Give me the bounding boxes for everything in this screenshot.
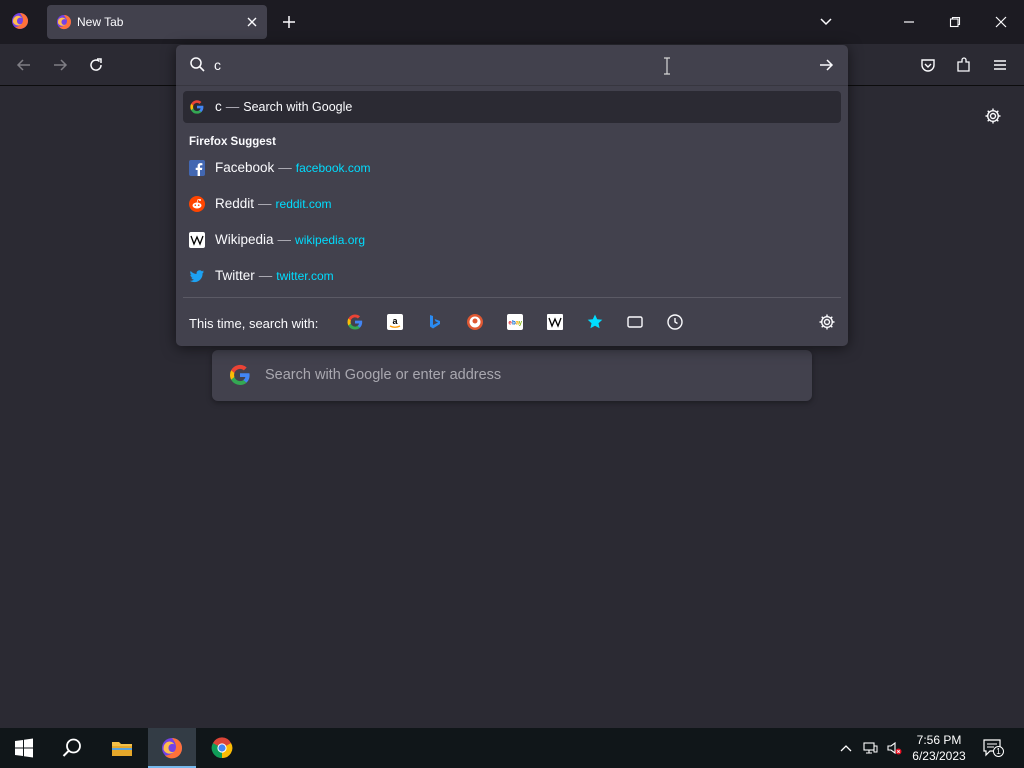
close-tab-icon[interactable]: [244, 14, 260, 30]
result-dash: —: [258, 196, 272, 211]
result-dash: —: [277, 232, 292, 247]
search-icon: [62, 738, 81, 757]
firefox-icon: [57, 15, 72, 30]
result-dash: —: [225, 99, 240, 114]
result-url: reddit.com: [275, 197, 332, 211]
search-icon: [190, 57, 205, 72]
duckduckgo-engine-icon[interactable]: [466, 313, 484, 331]
clock-time: 7:56 PM: [916, 733, 962, 747]
twitter-icon: [189, 270, 204, 283]
taskbar-chrome[interactable]: [198, 728, 246, 768]
result-url: facebook.com: [295, 161, 371, 175]
google-engine-icon[interactable]: [346, 313, 364, 331]
urlbar-input[interactable]: [214, 53, 794, 77]
wikipedia-engine-icon[interactable]: [546, 313, 564, 331]
ebay-engine-icon[interactable]: e b a y: [506, 313, 524, 331]
result-wikipedia[interactable]: Wikipedia — wikipedia.org: [183, 224, 841, 256]
result-title: Facebook: [215, 160, 275, 175]
history-clock-icon[interactable]: [666, 313, 684, 331]
result-search-google[interactable]: c — Search with Google: [183, 91, 841, 123]
forward-arrow-icon[interactable]: [51, 56, 69, 74]
one-off-divider: [183, 297, 841, 298]
taskbar-search-button[interactable]: [48, 728, 96, 768]
clock-date: 6/23/2023: [912, 749, 966, 763]
chevron-down-icon[interactable]: [817, 13, 835, 31]
taskbar-file-explorer[interactable]: [98, 728, 146, 768]
page-settings-gear-icon[interactable]: [984, 107, 1002, 125]
google-icon: [229, 364, 250, 386]
folder-icon: [112, 742, 132, 756]
result-text: Wikipedia — wikipedia.org: [215, 232, 365, 247]
minimize-icon[interactable]: [900, 13, 918, 31]
hamburger-menu-icon[interactable]: [991, 56, 1009, 74]
reload-icon[interactable]: [87, 56, 105, 74]
tab-strip: New Tab: [0, 0, 1024, 44]
new-tab-button[interactable]: [280, 13, 298, 31]
result-text: Facebook — facebook.com: [215, 160, 371, 175]
close-window-icon[interactable]: [992, 13, 1010, 31]
bing-engine-icon[interactable]: [426, 313, 444, 331]
amazon-engine-icon[interactable]: a: [386, 313, 404, 331]
action-center-button[interactable]: 1: [982, 738, 1004, 758]
search-settings-gear-icon[interactable]: [818, 313, 836, 331]
network-icon[interactable]: [862, 740, 878, 756]
google-icon: [190, 100, 204, 114]
urlbar-dropdown: c—Search with Google Firefox Suggest Fac…: [176, 45, 848, 346]
content-search-box[interactable]: Search with Google or enter address: [212, 350, 812, 401]
result-reddit[interactable]: Reddit — reddit.com: [183, 188, 841, 220]
popup-divider: [176, 85, 848, 86]
text-cursor-icon: [664, 57, 670, 75]
facebook-icon: [189, 160, 205, 176]
go-arrow-icon[interactable]: [817, 56, 835, 74]
tabs-icon[interactable]: [626, 313, 644, 331]
result-twitter[interactable]: Twitter — twitter.com: [183, 260, 841, 292]
result-text: Twitter — twitter.com: [215, 268, 334, 283]
result-dash: —: [258, 268, 273, 283]
start-button[interactable]: [0, 728, 48, 768]
result-url: wikipedia.org: [295, 233, 366, 247]
wikipedia-icon: [189, 232, 205, 248]
tab-new-tab[interactable]: New Tab: [47, 5, 267, 39]
result-action: Search with Google: [243, 100, 353, 114]
bookmarks-star-icon[interactable]: [586, 313, 604, 331]
firefox-icon: [162, 738, 183, 759]
windows-taskbar: 7:56 PM 6/23/2023 1: [0, 728, 1024, 768]
result-title: Wikipedia: [215, 232, 274, 247]
result-title: Twitter: [215, 268, 255, 283]
result-text: Reddit — reddit.com: [215, 196, 332, 211]
result-text: c — Search with Google: [215, 99, 352, 114]
back-arrow-icon[interactable]: [15, 56, 33, 74]
result-query: c: [215, 99, 222, 114]
pocket-icon[interactable]: [919, 56, 937, 74]
one-off-label: This time, search with:: [189, 316, 319, 331]
svg-text:y: y: [519, 320, 523, 327]
system-clock[interactable]: 7:56 PM 6/23/2023: [906, 732, 972, 764]
firefox-view-icon[interactable]: [11, 12, 29, 30]
windows-logo-icon: [15, 738, 33, 758]
taskbar-firefox[interactable]: [148, 728, 196, 768]
volume-muted-icon[interactable]: [886, 740, 902, 756]
result-title: Reddit: [215, 196, 255, 211]
result-facebook[interactable]: Facebook — facebook.com: [183, 152, 841, 184]
firefox-suggest-label: Firefox Suggest: [189, 136, 276, 148]
notification-count-badge: 1: [993, 746, 1004, 757]
result-dash: —: [278, 160, 292, 175]
result-url: twitter.com: [276, 269, 334, 283]
chevron-up-icon[interactable]: [838, 740, 854, 756]
content-search-placeholder: Search with Google or enter address: [265, 367, 502, 383]
urlbar-input-row: [176, 45, 848, 85]
chrome-icon: [211, 737, 233, 759]
reddit-icon: [189, 196, 205, 212]
tab-title: New Tab: [77, 15, 124, 29]
extensions-icon[interactable]: [955, 56, 973, 74]
restore-icon[interactable]: [946, 13, 964, 31]
